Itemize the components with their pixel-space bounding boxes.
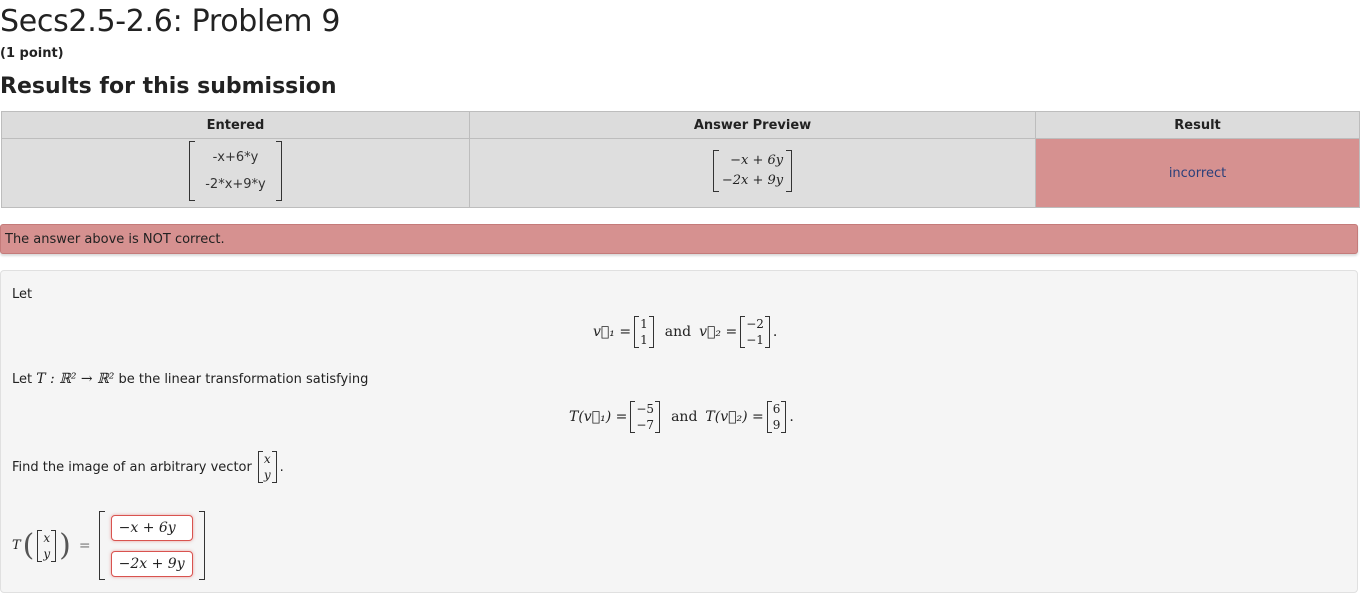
- tv2-label: T(v⃗₂) =: [705, 409, 764, 425]
- right-bracket: [198, 511, 205, 580]
- answer-input-1[interactable]: −x + 6y: [110, 515, 193, 541]
- right-bracket: [275, 141, 282, 201]
- v2-entry-2: −1: [746, 333, 764, 347]
- results-header-row: Entered Answer Preview Result: [1, 111, 1360, 139]
- and-text-1: and: [664, 324, 692, 340]
- right-bracket: [786, 150, 793, 192]
- preview-value-1: −x + 6y: [730, 153, 784, 168]
- results-row: -x+6*y -2*x+9*y −x + 6y −2x + 9y incorre…: [1, 138, 1360, 208]
- transform-sentence: Let T : ℝ² → ℝ² be the linear transforma…: [12, 371, 368, 387]
- v1-vector: 1 1: [634, 316, 654, 348]
- transform-suffix: be the linear transformation satisfying: [114, 372, 369, 387]
- v2-label: v⃗₂ =: [699, 324, 738, 340]
- period-3: .: [279, 459, 284, 475]
- problem-panel: Let v⃗₁ = 1 1 and v⃗₂ = −2 −1 . Let T : …: [0, 270, 1358, 593]
- answer-arg-vector: x y: [37, 529, 57, 562]
- arb-entry-y: y: [263, 468, 271, 482]
- tv1-entry-2: −7: [636, 418, 655, 432]
- point-value: (1 point): [0, 46, 64, 61]
- answer-arg-y: y: [43, 546, 51, 561]
- and-text-2: and: [671, 409, 698, 425]
- open-paren: (: [22, 528, 35, 563]
- v1-label: v⃗₁ =: [593, 324, 632, 340]
- v2-entry-1: −2: [746, 317, 764, 331]
- column-header-result: Result: [1035, 111, 1360, 139]
- page-title: Secs2.5-2.6: Problem 9: [0, 4, 341, 39]
- entered-value-2: -2*x+9*y: [205, 177, 266, 192]
- incorrect-alert: The answer above is NOT correct.: [0, 224, 1358, 254]
- tv2-entry-1: 6: [772, 402, 781, 416]
- preview-matrix: −x + 6y −2x + 9y: [712, 150, 793, 192]
- answer-input-2[interactable]: −2x + 9y: [110, 551, 193, 577]
- answer-arg-x: x: [43, 530, 51, 545]
- tv1-label: T(v⃗₁) =: [569, 409, 628, 425]
- answer-T: T: [12, 538, 21, 553]
- v1-entry-1: 1: [640, 317, 648, 331]
- find-text: Find the image of an arbitrary vector: [12, 459, 252, 475]
- transform-math: T : ℝ² → ℝ²: [36, 371, 115, 387]
- answer-equals: =: [78, 537, 91, 554]
- tv2-vector: 6 9: [766, 401, 787, 433]
- answer-preview-cell: −x + 6y −2x + 9y: [469, 138, 1036, 208]
- vector-definitions: v⃗₁ = 1 1 and v⃗₂ = −2 −1 .: [593, 316, 777, 348]
- intro-text: Let: [12, 287, 33, 302]
- tv1-vector: −5 −7: [630, 401, 661, 433]
- arbitrary-vector: x y: [257, 451, 277, 483]
- answer-area: T ( x y ) = −x + 6y −2x + 9y: [12, 511, 205, 580]
- entered-cell: -x+6*y -2*x+9*y: [1, 138, 470, 208]
- v2-vector: −2 −1: [740, 316, 770, 348]
- entered-value-1: -x+6*y: [212, 150, 259, 165]
- preview-value-2: −2x + 9y: [721, 173, 784, 188]
- transform-values: T(v⃗₁) = −5 −7 and T(v⃗₂) = 6 9 .: [569, 401, 794, 433]
- answer-matrix: −x + 6y −2x + 9y: [98, 511, 205, 580]
- results-heading: Results for this submission: [0, 74, 337, 99]
- result-cell: incorrect: [1035, 138, 1360, 208]
- transform-prefix: Let: [12, 372, 37, 387]
- results-table: Entered Answer Preview Result -x+6*y -2*…: [1, 111, 1360, 208]
- period-1: .: [772, 324, 778, 340]
- period-2: .: [789, 409, 794, 425]
- tv1-entry-1: −5: [636, 402, 655, 416]
- find-sentence: Find the image of an arbitrary vector x …: [12, 451, 284, 483]
- arb-entry-x: x: [263, 452, 271, 466]
- entered-matrix: -x+6*y -2*x+9*y: [189, 141, 282, 201]
- tv2-entry-2: 9: [772, 418, 781, 432]
- column-header-answer-preview: Answer Preview: [469, 111, 1036, 139]
- column-header-entered: Entered: [1, 111, 470, 139]
- close-paren: ): [59, 528, 71, 563]
- v1-entry-2: 1: [640, 333, 648, 347]
